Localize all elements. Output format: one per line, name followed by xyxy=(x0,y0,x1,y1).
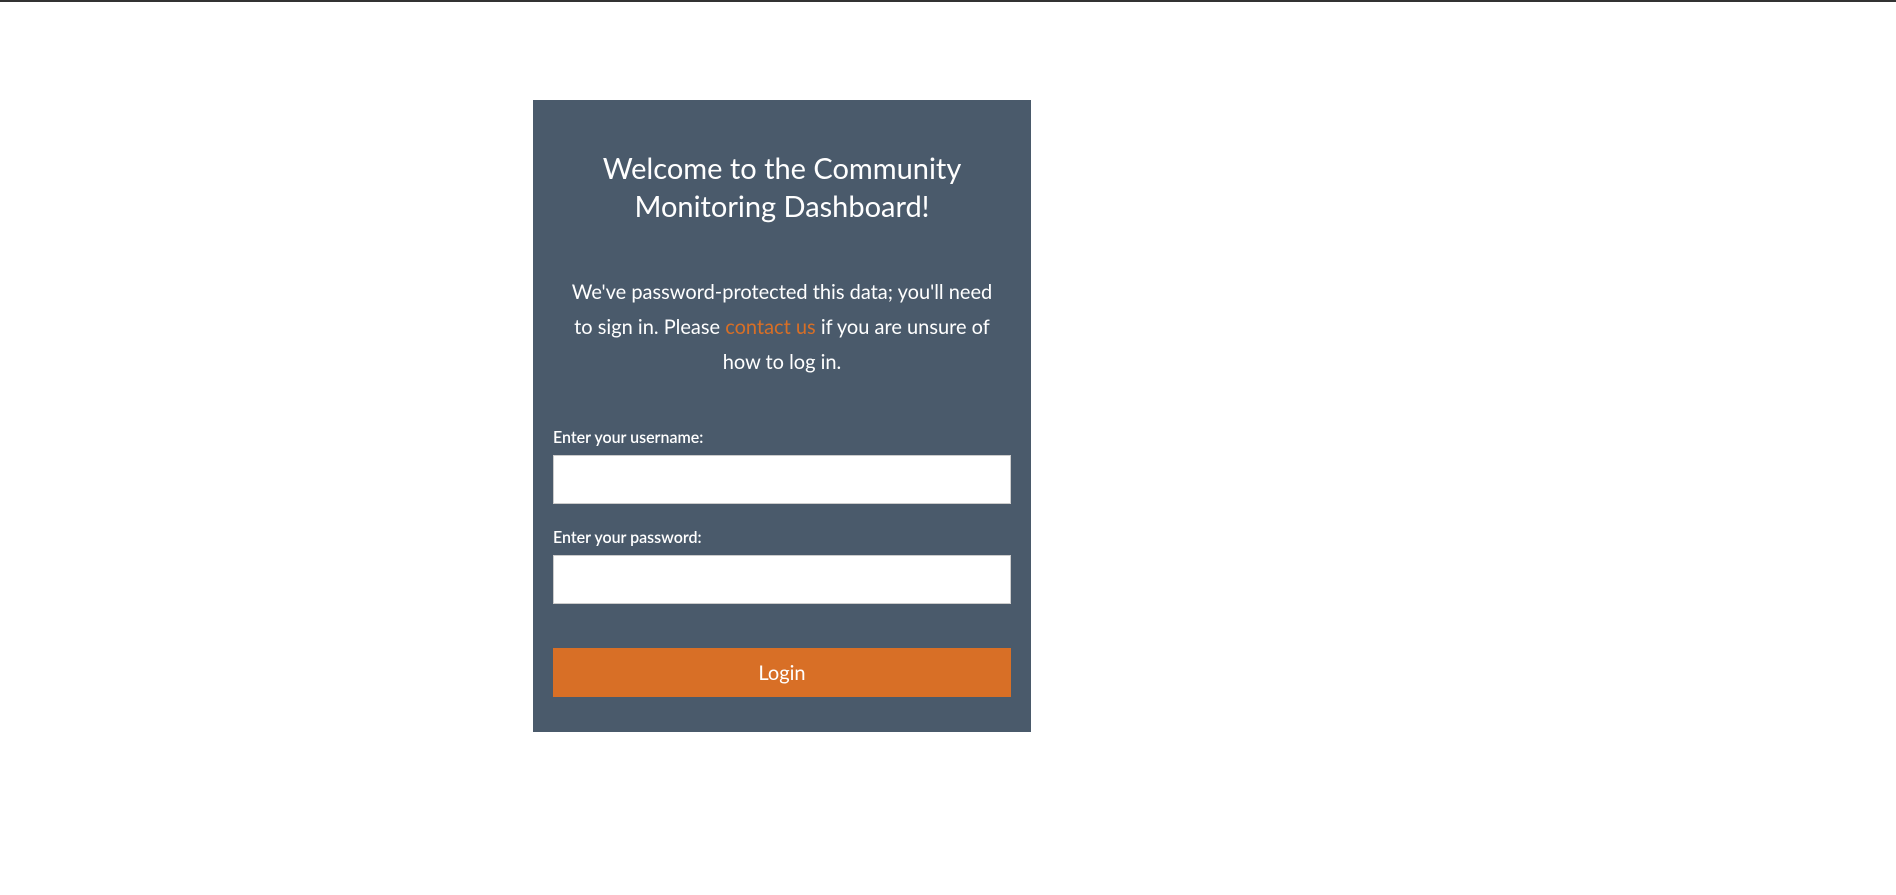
login-description: We've password-protected this data; you'… xyxy=(553,275,1011,380)
login-panel: Welcome to the Community Monitoring Dash… xyxy=(533,100,1031,732)
login-title: Welcome to the Community Monitoring Dash… xyxy=(553,150,1011,225)
password-input[interactable] xyxy=(553,555,1011,604)
password-label: Enter your password: xyxy=(553,528,1011,547)
username-input[interactable] xyxy=(553,455,1011,504)
contact-us-link[interactable]: contact us xyxy=(725,315,816,339)
username-group: Enter your username: xyxy=(553,428,1011,504)
password-group: Enter your password: xyxy=(553,528,1011,604)
login-button[interactable]: Login xyxy=(553,648,1011,697)
username-label: Enter your username: xyxy=(553,428,1011,447)
